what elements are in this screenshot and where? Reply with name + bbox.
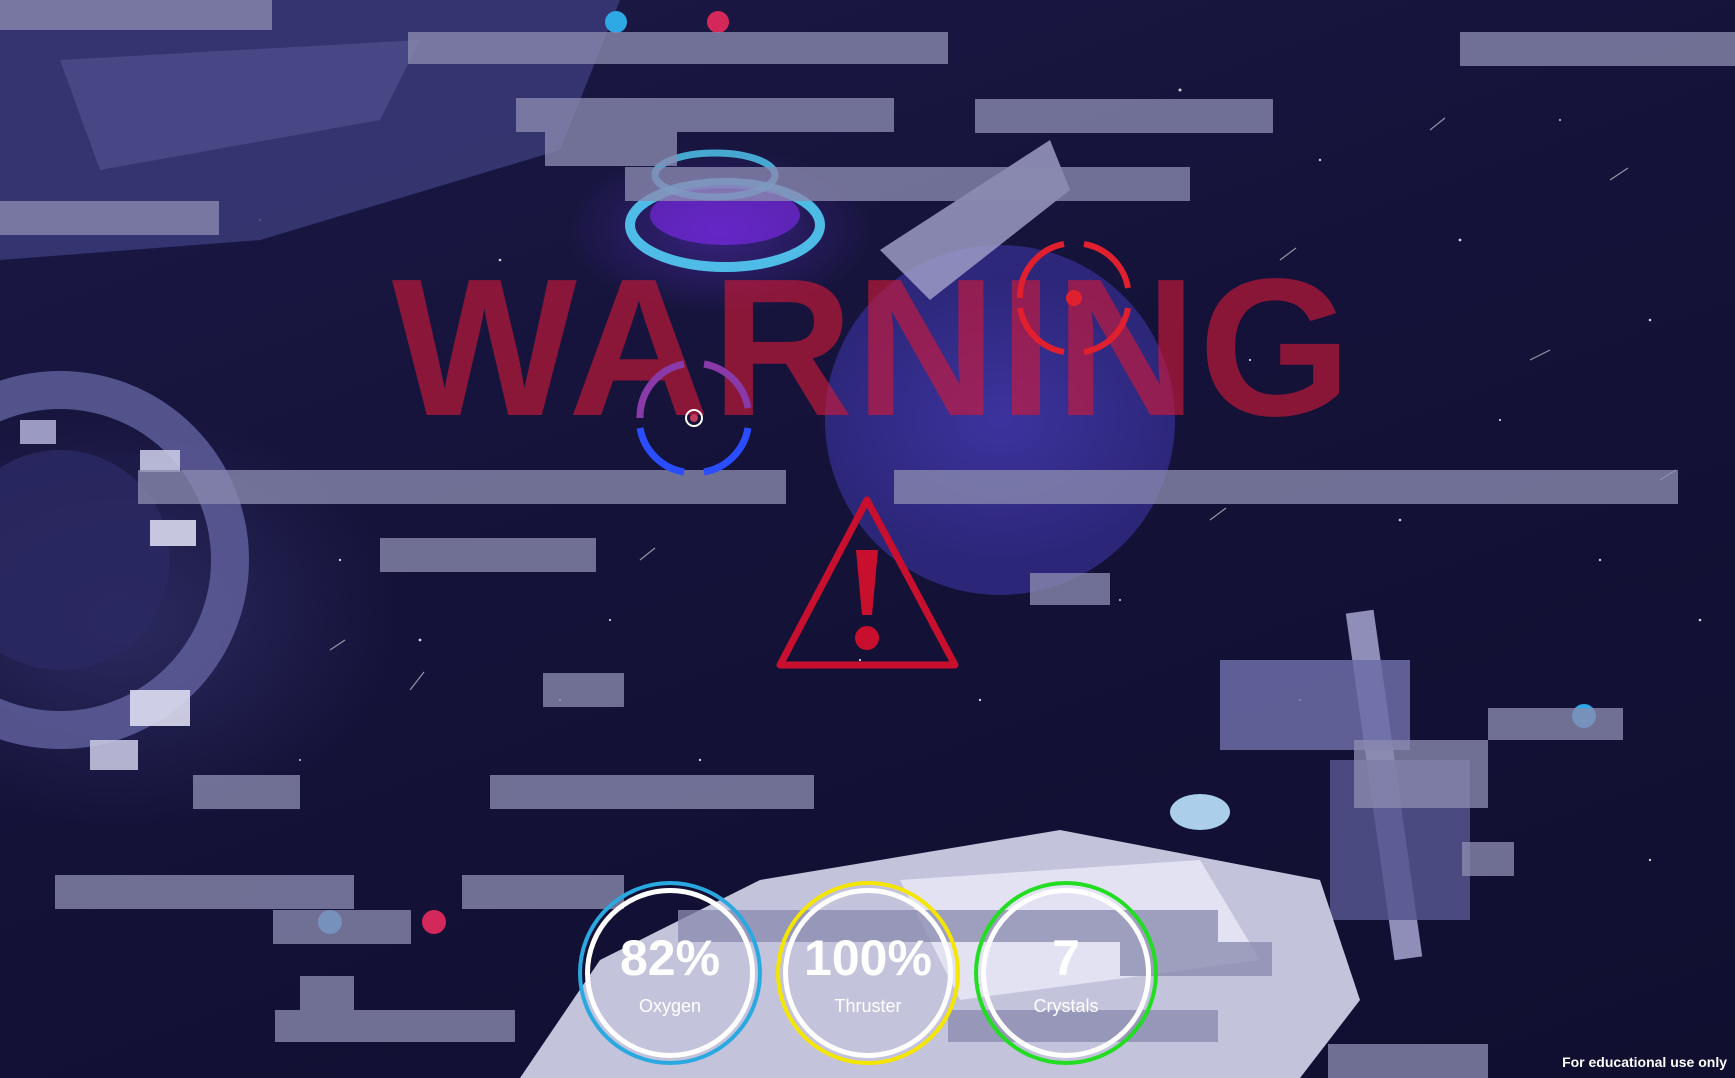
crystals-label: Crystals [1033, 996, 1099, 1016]
glitch-block [273, 910, 411, 944]
glitch-block [0, 0, 272, 30]
thruster-value: 100% [804, 930, 932, 986]
oxygen-gauge: 82% Oxygen [578, 881, 762, 1065]
glitch-block [516, 98, 894, 132]
oxygen-value: 82% [619, 930, 721, 986]
glowing-orb [1170, 794, 1230, 830]
thruster-label: Thruster [834, 996, 902, 1016]
player-aim-reticle[interactable] [626, 350, 762, 486]
game-viewport[interactable]: WARNING 82% Oxygen 100% Thruster 7 Cryst… [0, 0, 1735, 1078]
glitch-block [625, 167, 1190, 201]
glitch-block [894, 470, 1678, 504]
red-orb [707, 11, 729, 33]
glitch-block [1462, 842, 1514, 876]
left-space-station [0, 371, 249, 770]
glitch-block [1354, 740, 1488, 808]
crystals-value: 7 [1052, 930, 1080, 986]
glitch-block [1460, 32, 1735, 66]
glitch-block [193, 775, 300, 809]
glitch-block [490, 775, 814, 809]
glitch-block [545, 132, 677, 166]
glitch-block [380, 538, 596, 572]
warning-text: WARNING [391, 238, 1354, 457]
glitch-block [408, 32, 948, 64]
thruster-gauge: 100% Thruster [776, 881, 960, 1065]
glitch-block [300, 976, 354, 1010]
glitch-block [275, 1010, 515, 1042]
glitch-block [1030, 573, 1110, 605]
crystals-counter: 7 Crystals [974, 881, 1158, 1065]
enemy-target-reticle[interactable] [1006, 230, 1142, 366]
red-orb [422, 910, 446, 934]
blue-orb [605, 11, 627, 33]
oxygen-label: Oxygen [638, 996, 702, 1016]
warning-triangle-icon [776, 496, 959, 669]
glitch-block [1488, 708, 1623, 740]
glitch-block [975, 99, 1273, 133]
glitch-block [55, 875, 354, 909]
glitch-block [462, 875, 624, 909]
glitch-block [1328, 1044, 1488, 1078]
educational-use-notice: For educational use only [1562, 1054, 1727, 1070]
glitch-block [0, 201, 219, 235]
glitch-block [543, 673, 624, 707]
